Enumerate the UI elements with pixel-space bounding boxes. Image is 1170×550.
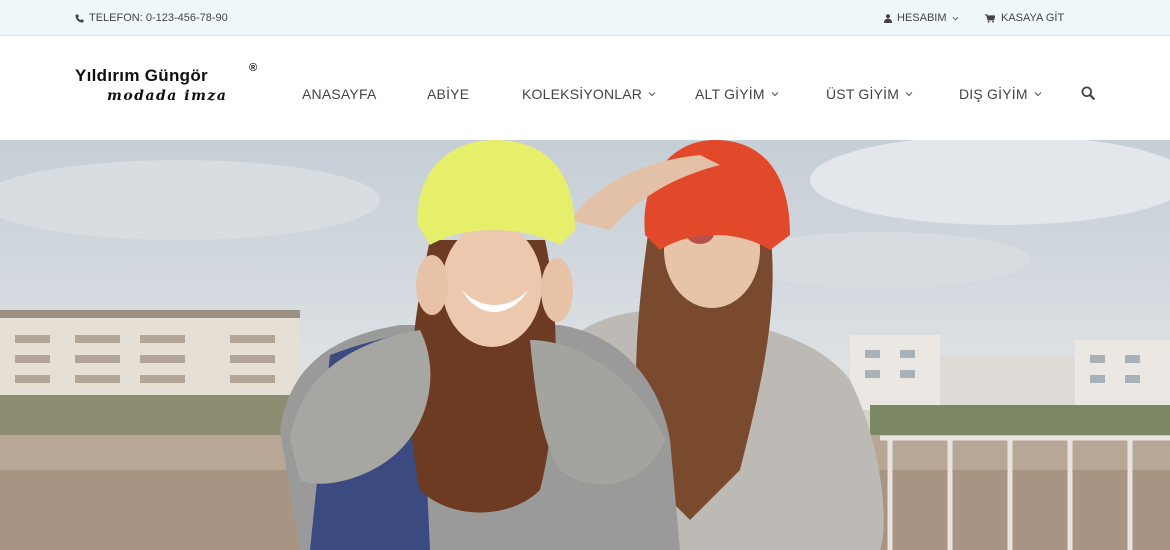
- chevron-down-icon: [905, 92, 913, 97]
- main-header: Yıldırım Güngör ® modada imza ANASAYFA A…: [0, 36, 1170, 140]
- nav-item-label: ANASAYFA: [302, 86, 377, 102]
- phone-icon: [75, 13, 84, 23]
- nav-item-label: DIŞ GİYİM: [959, 86, 1028, 102]
- nav-item-anasayfa[interactable]: ANASAYFA: [302, 86, 376, 102]
- top-bar: TELEFON: 0-123-456-78-90 HESABIM KASAYA …: [0, 0, 1170, 36]
- hero-banner[interactable]: [0, 140, 1170, 550]
- nav-item-dis-giyim[interactable]: DIŞ GİYİM: [959, 86, 1042, 102]
- chevron-down-icon: [1034, 92, 1042, 97]
- user-icon: [884, 13, 892, 23]
- chevron-down-icon: [771, 92, 779, 97]
- site-logo[interactable]: Yıldırım Güngör ® modada imza: [75, 62, 265, 116]
- nav-item-koleksiyonlar[interactable]: KOLEKSİYONLAR: [522, 86, 656, 102]
- nav-item-ust-giyim[interactable]: ÜST GİYİM: [826, 86, 913, 102]
- checkout-link[interactable]: KASAYA GİT: [985, 12, 1064, 24]
- account-menu[interactable]: HESABIM: [884, 12, 959, 24]
- search-icon[interactable]: [1081, 86, 1095, 100]
- nav-item-alt-giyim[interactable]: ALT GİYİM: [695, 86, 779, 102]
- nav-item-label: KOLEKSİYONLAR: [522, 86, 643, 102]
- checkout-label: KASAYA GİT: [1001, 12, 1065, 24]
- cart-icon: [985, 13, 995, 23]
- chevron-down-icon: [648, 92, 656, 97]
- logo-brand: Yıldırım Güngör: [75, 66, 208, 85]
- nav-item-label: ABİYE: [427, 86, 470, 102]
- hero-image: [0, 140, 1170, 550]
- phone-label: TELEFON: 0-123-456-78-90: [89, 12, 228, 24]
- account-label: HESABIM: [897, 12, 947, 24]
- phone-info: TELEFON: 0-123-456-78-90: [75, 12, 228, 24]
- nav-item-label: ÜST GİYİM: [826, 86, 900, 102]
- logo-tagline: modada imza: [107, 88, 228, 104]
- nav-item-label: ALT GİYİM: [695, 86, 765, 102]
- registered-mark: ®: [249, 62, 258, 74]
- nav-item-abiye[interactable]: ABİYE: [427, 86, 469, 102]
- chevron-down-icon: [952, 15, 959, 22]
